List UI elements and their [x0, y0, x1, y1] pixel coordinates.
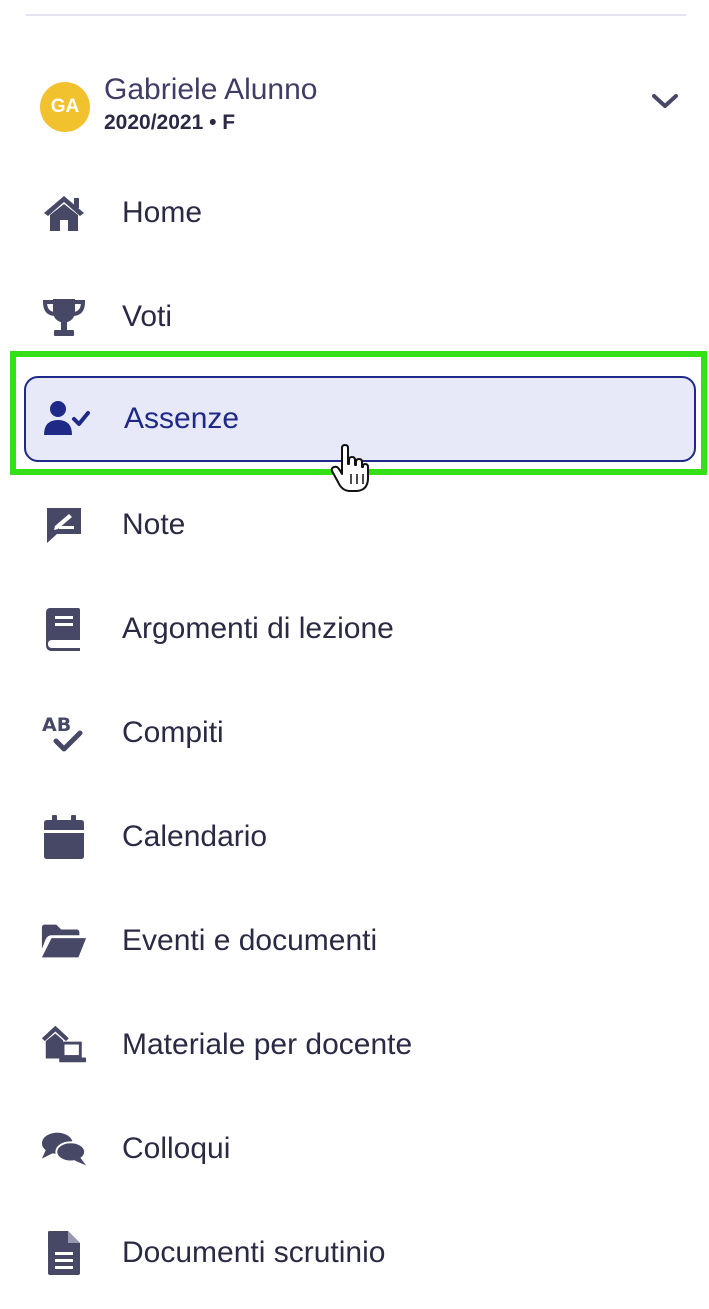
nav-item-calendario[interactable]: Calendario: [24, 794, 696, 880]
home-icon: [40, 189, 88, 237]
file-lines-icon: [40, 1229, 88, 1277]
nav-item-label: Compiti: [122, 716, 224, 749]
note-icon: [40, 501, 88, 549]
nav-item-label: Note: [122, 508, 186, 541]
nav-item-label: Argomenti di lezione: [122, 612, 394, 645]
sidebar-menu: GA Gabriele Alunno 2020/2021 • F Home Vo…: [0, 0, 709, 1309]
nav-item-materiale-per-docente[interactable]: Materiale per docente: [24, 1002, 696, 1088]
nav-item-label: Calendario: [122, 820, 268, 853]
hand-cursor-icon: [330, 444, 370, 494]
book-icon: [40, 605, 88, 653]
nav-item-voti[interactable]: Voti: [24, 274, 696, 360]
user-check-icon: [42, 395, 90, 443]
svg-text:AB: AB: [42, 714, 71, 736]
house-laptop-icon: [40, 1021, 88, 1069]
nav-item-documenti-scrutinio[interactable]: Documenti scrutinio: [24, 1210, 696, 1296]
chevron-down-icon[interactable]: [648, 84, 682, 118]
nav-item-note[interactable]: Note: [24, 482, 696, 568]
avatar: GA: [40, 82, 90, 132]
nav-item-eventi-e-documenti[interactable]: Eventi e documenti: [24, 898, 696, 984]
top-divider: [26, 14, 686, 16]
nav-item-label: Eventi e documenti: [122, 924, 378, 957]
nav-item-label: Colloqui: [122, 1132, 231, 1165]
spell-check-icon: AB: [40, 709, 88, 757]
folder-open-icon: [40, 917, 88, 965]
user-school-year: 2020/2021 • F: [104, 111, 236, 134]
nav-item-colloqui[interactable]: Colloqui: [24, 1106, 696, 1192]
nav-item-argomenti-di-lezione[interactable]: Argomenti di lezione: [24, 586, 696, 672]
user-switcher[interactable]: GA Gabriele Alunno 2020/2021 • F: [40, 72, 690, 138]
nav-item-label: Materiale per docente: [122, 1028, 413, 1061]
nav-item-home[interactable]: Home: [24, 170, 696, 256]
user-name: Gabriele Alunno: [104, 73, 318, 106]
trophy-icon: [40, 293, 88, 341]
calendar-icon: [40, 813, 88, 861]
comments-icon: [40, 1125, 88, 1173]
nav-item-label: Voti: [122, 300, 173, 333]
nav-item-label: Documenti scrutinio: [122, 1236, 386, 1269]
nav-item-label: Home: [122, 196, 203, 229]
nav-item-compiti[interactable]: AB Compiti: [24, 690, 696, 776]
nav-item-label: Assenze: [124, 402, 240, 435]
